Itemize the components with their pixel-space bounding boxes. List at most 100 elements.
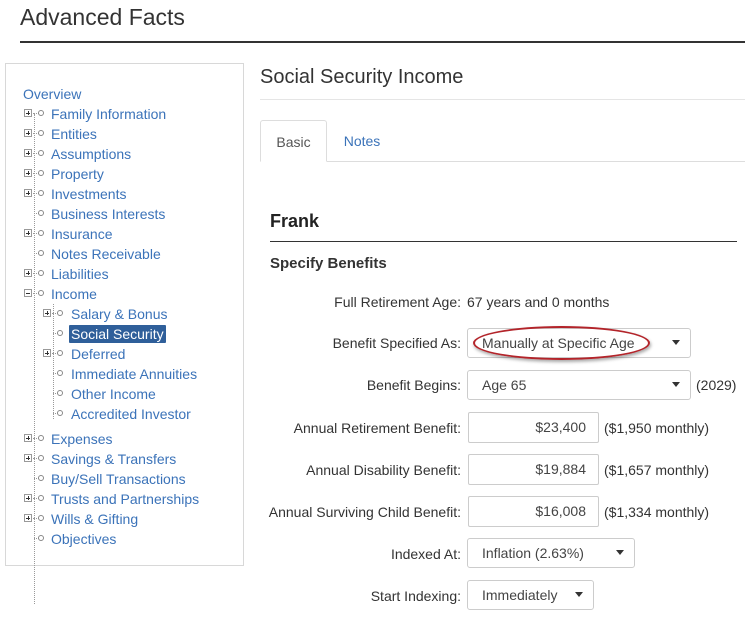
sidebar-item-social-security[interactable]: Social Security	[69, 325, 166, 343]
annual-disability-benefit-label: Annual Disability Benefit:	[306, 462, 461, 478]
node-icon	[38, 435, 44, 441]
node-icon	[57, 390, 63, 396]
sidebar-nav: Overview Family Information Entities Ass…	[5, 63, 244, 604]
person-name: Frank	[270, 211, 320, 231]
page-title: Social Security Income	[260, 66, 464, 88]
start-indexing-select[interactable]: Immediately	[467, 580, 594, 610]
expand-icon[interactable]	[24, 494, 32, 502]
sidebar-item-deferred[interactable]: Deferred	[71, 345, 125, 363]
sidebar-item-savings-transfers[interactable]: Savings & Transfers	[51, 450, 176, 468]
sidebar-item-immediate-annuities[interactable]: Immediate Annuities	[71, 365, 197, 383]
benefit-specified-as-label: Benefit Specified As:	[332, 335, 461, 351]
expand-icon[interactable]	[24, 109, 32, 117]
expand-icon[interactable]	[24, 169, 32, 177]
expand-icon[interactable]	[24, 189, 32, 197]
expand-icon[interactable]	[24, 149, 32, 157]
benefit-begins-label: Benefit Begins:	[366, 377, 461, 393]
expand-icon[interactable]	[43, 349, 51, 357]
expand-icon[interactable]	[24, 514, 32, 522]
start-indexing-label: Start Indexing:	[370, 588, 461, 604]
node-icon	[38, 495, 44, 501]
node-icon	[38, 455, 44, 461]
expand-icon[interactable]	[24, 454, 32, 462]
expand-icon[interactable]	[43, 309, 51, 317]
sidebar-item-income[interactable]: Income	[51, 285, 97, 303]
start-indexing-value: Immediately	[482, 587, 558, 603]
annual-retirement-benefit-input[interactable]: $23,400	[468, 412, 599, 443]
node-icon	[38, 150, 44, 156]
sidebar-item-assumptions[interactable]: Assumptions	[51, 145, 131, 163]
sidebar-item-other-income[interactable]: Other Income	[71, 385, 156, 403]
app-title: Advanced Facts	[20, 4, 185, 30]
chevron-down-icon	[672, 340, 680, 345]
tab-bar: Basic Notes	[260, 120, 745, 162]
sidebar-item-entities[interactable]: Entities	[51, 125, 97, 143]
annual-disability-benefit-monthly: ($1,657 monthly)	[604, 462, 710, 478]
tree-line	[34, 114, 36, 604]
tree-line	[53, 304, 55, 419]
subsection-title: Specify Benefits	[270, 255, 387, 272]
sidebar-item-objectives[interactable]: Objectives	[51, 530, 116, 548]
benefit-specified-as-value: Manually at Specific Age	[482, 335, 635, 351]
indexed-at-value: Inflation (2.63%)	[482, 545, 584, 561]
chevron-down-icon	[672, 382, 680, 387]
chevron-down-icon	[616, 550, 624, 555]
sidebar-item-investments[interactable]: Investments	[51, 185, 126, 203]
benefit-begins-value: Age 65	[482, 377, 527, 393]
title-divider	[260, 99, 745, 100]
node-icon	[38, 250, 44, 256]
sidebar-item-accredited-investor[interactable]: Accredited Investor	[71, 405, 191, 423]
node-icon	[57, 370, 63, 376]
sidebar-item-expenses[interactable]: Expenses	[51, 430, 112, 448]
sidebar-item-notes-receivable[interactable]: Notes Receivable	[51, 245, 161, 263]
tab-basic[interactable]: Basic	[260, 120, 327, 162]
annual-surviving-child-benefit-monthly: ($1,334 monthly)	[604, 504, 710, 520]
benefit-specified-as-select[interactable]: Manually at Specific Age	[467, 328, 691, 358]
sidebar-item-buy-sell-transactions[interactable]: Buy/Sell Transactions	[51, 470, 186, 488]
node-icon	[38, 535, 44, 541]
person-divider	[270, 241, 737, 242]
benefit-begins-year: (2029)	[696, 377, 737, 393]
full-retirement-age-label: Full Retirement Age:	[334, 294, 461, 310]
sidebar-item-property[interactable]: Property	[51, 165, 104, 183]
expand-icon[interactable]	[24, 434, 32, 442]
sidebar-item-wills-gifting[interactable]: Wills & Gifting	[51, 510, 138, 528]
node-icon	[38, 190, 44, 196]
annual-retirement-benefit-monthly: ($1,950 monthly)	[604, 420, 710, 436]
annual-surviving-child-benefit-label: Annual Surviving Child Benefit:	[268, 504, 461, 520]
expand-icon[interactable]	[24, 129, 32, 137]
title-divider	[20, 41, 745, 43]
node-icon	[57, 350, 63, 356]
sidebar-item-liabilities[interactable]: Liabilities	[51, 265, 109, 283]
chevron-down-icon	[575, 592, 583, 597]
sidebar-item-family-information[interactable]: Family Information	[51, 105, 166, 123]
node-icon	[38, 515, 44, 521]
benefit-begins-select[interactable]: Age 65	[467, 370, 691, 400]
node-icon	[38, 130, 44, 136]
annual-disability-benefit-input[interactable]: $19,884	[468, 454, 599, 485]
collapse-icon[interactable]	[24, 289, 32, 297]
indexed-at-select[interactable]: Inflation (2.63%)	[467, 538, 635, 568]
node-icon	[57, 330, 63, 336]
nav-tree: Overview Family Information Entities Ass…	[6, 64, 243, 604]
node-icon	[38, 290, 44, 296]
node-icon	[38, 270, 44, 276]
sidebar-item-insurance[interactable]: Insurance	[51, 225, 112, 243]
expand-icon[interactable]	[24, 269, 32, 277]
expand-icon[interactable]	[24, 229, 32, 237]
sidebar-item-business-interests[interactable]: Business Interests	[51, 205, 165, 223]
indexed-at-label: Indexed At:	[390, 546, 461, 562]
node-icon	[38, 230, 44, 236]
annual-retirement-benefit-label: Annual Retirement Benefit:	[293, 420, 461, 436]
sidebar-item-overview[interactable]: Overview	[23, 85, 81, 103]
node-icon	[38, 170, 44, 176]
node-icon	[38, 475, 44, 481]
annual-surviving-child-benefit-input[interactable]: $16,008	[468, 496, 599, 527]
sidebar-item-trusts-partnerships[interactable]: Trusts and Partnerships	[51, 490, 199, 508]
tab-notes[interactable]: Notes	[327, 120, 397, 162]
node-icon	[38, 110, 44, 116]
node-icon	[57, 410, 63, 416]
full-retirement-age-value: 67 years and 0 months	[467, 294, 610, 310]
node-icon	[57, 310, 63, 316]
sidebar-item-salary-bonus[interactable]: Salary & Bonus	[71, 305, 168, 323]
